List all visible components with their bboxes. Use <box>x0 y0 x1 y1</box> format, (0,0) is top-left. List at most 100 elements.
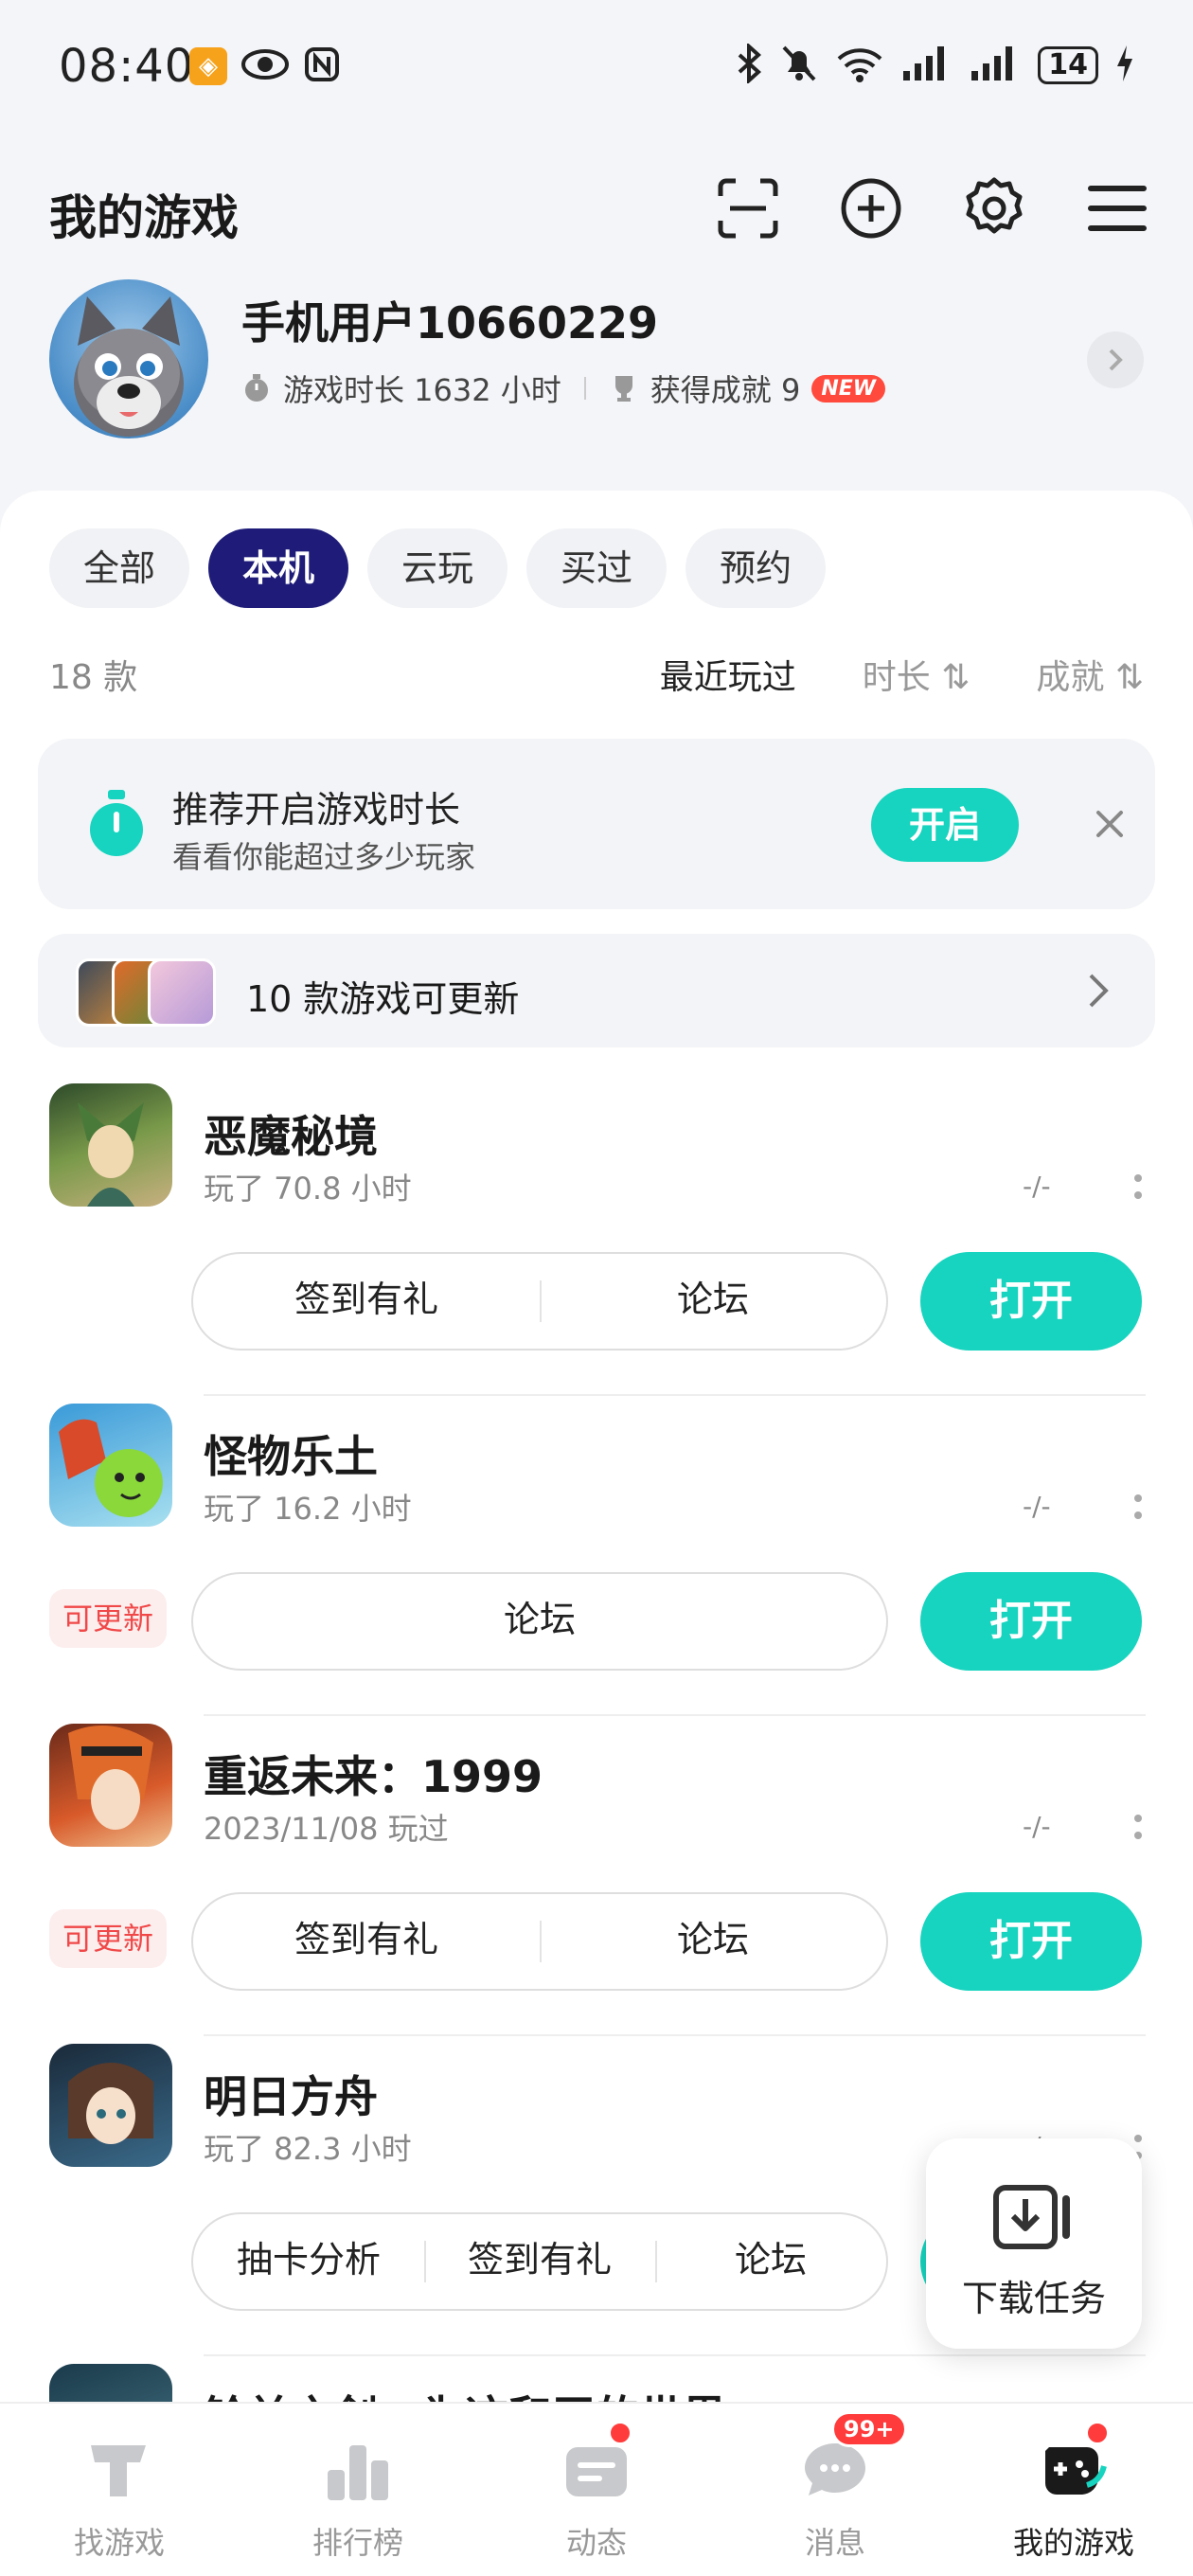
filter-reserved[interactable]: 预约 <box>686 528 827 608</box>
wifi-icon <box>835 44 884 87</box>
filter-chips: 全部 本机 云玩 买过 预约 <box>49 528 827 608</box>
game-name: 恶魔秘境 <box>204 1111 378 1162</box>
chevron-right-icon[interactable] <box>1087 331 1144 388</box>
mute-icon <box>780 44 818 87</box>
forum-button[interactable]: 论坛 <box>193 1572 886 1671</box>
game-playtime: 玩了 82.3 小时 <box>204 2131 412 2167</box>
nfc-icon <box>303 45 341 87</box>
stopwatch-icon <box>241 373 272 403</box>
enable-button[interactable]: 开启 <box>871 788 1019 862</box>
clock: 08:40 <box>59 40 195 93</box>
sort-duration[interactable]: 时长 ⇅ <box>863 650 970 699</box>
game-playtime: 玩了 70.8 小时 <box>204 1171 412 1207</box>
game-last-played: 2023/11/08 玩过 <box>204 1811 449 1847</box>
checkin-button[interactable]: 签到有礼 <box>193 1892 540 1991</box>
open-game-button[interactable]: 打开 <box>920 1892 1142 1991</box>
nav-rankings[interactable]: 排行榜 <box>239 2404 477 2576</box>
charging-icon <box>1115 44 1134 87</box>
filter-local[interactable]: 本机 <box>208 528 349 608</box>
update-thumbnails <box>76 958 218 1027</box>
update-banner-text: 10 款游戏可更新 <box>246 978 520 1020</box>
rankings-icon <box>320 2432 396 2508</box>
bottom-nav: 找游戏 排行榜 动态 99+ 消息 我的游戏 <box>0 2402 1193 2576</box>
close-icon[interactable] <box>1089 803 1131 845</box>
forum-button[interactable]: 论坛 <box>540 1892 886 1991</box>
menu-icon[interactable] <box>1079 170 1155 246</box>
game-item: 恶魔秘境 玩了 70.8 小时 -/- 签到有礼 论坛 打开 <box>0 1083 1193 1404</box>
add-icon[interactable] <box>833 170 909 246</box>
scan-icon[interactable] <box>710 170 786 246</box>
nav-label: 我的游戏 <box>1012 2525 1134 2561</box>
game-icon[interactable] <box>49 1724 172 1847</box>
game-item: 铃兰之剑：为这和平的世界 <box>0 2364 1193 2404</box>
unread-badge: 99+ <box>831 2411 907 2447</box>
filter-purchased[interactable]: 买过 <box>526 528 668 608</box>
open-game-button[interactable]: 打开 <box>920 1572 1142 1671</box>
game-rank: -/- <box>1023 1491 1051 1522</box>
status-bar: 08:40 ◈ 14 <box>0 0 1193 137</box>
top-header: 我的游戏 <box>0 170 1193 256</box>
game-action-group: 签到有礼 论坛 <box>191 1892 888 1991</box>
divider <box>204 1714 1146 1716</box>
battery-level: 14 <box>1038 46 1098 84</box>
download-icon <box>992 2184 1076 2250</box>
game-rank: -/- <box>1023 1171 1051 1202</box>
checkin-button[interactable]: 签到有礼 <box>424 2212 655 2311</box>
game-count: 18 款 <box>49 658 138 697</box>
game-action-group: 签到有礼 论坛 <box>191 1252 888 1351</box>
chevron-right-icon <box>1079 970 1117 1011</box>
divider <box>204 2354 1146 2356</box>
more-vertical-icon[interactable] <box>1129 1489 1148 1527</box>
stopwatch-icon <box>83 788 150 860</box>
game-icon[interactable] <box>49 1083 172 1207</box>
game-action-group: 抽卡分析 签到有礼 论坛 <box>191 2212 888 2311</box>
games-panel: 全部 本机 云玩 买过 预约 18 款 最近玩过 时长 ⇅ 成就 ⇅ 推荐开启游… <box>0 491 1193 2404</box>
nav-feed[interactable]: 动态 <box>477 2404 716 2576</box>
more-vertical-icon[interactable] <box>1129 1169 1148 1207</box>
nav-my-games[interactable]: 我的游戏 <box>954 2404 1193 2576</box>
playtime-stat: 游戏时长 1632 小时 <box>283 372 561 408</box>
filter-cloud[interactable]: 云玩 <box>367 528 508 608</box>
game-item: 怪物乐土 玩了 16.2 小时 -/- 可更新 论坛 打开 <box>0 1404 1193 1724</box>
notification-dot <box>608 2421 632 2445</box>
gacha-analysis-button[interactable]: 抽卡分析 <box>193 2212 424 2311</box>
more-vertical-icon[interactable] <box>1129 1809 1148 1847</box>
game-name: 重返未来：1999 <box>204 1751 543 1802</box>
sort-achievement[interactable]: 成就 ⇅ <box>1036 650 1144 699</box>
game-icon[interactable] <box>49 1404 172 1527</box>
game-action-group: 论坛 <box>191 1572 888 1671</box>
game-rank: -/- <box>1023 1811 1051 1842</box>
checkin-button[interactable]: 签到有礼 <box>193 1252 540 1351</box>
avatar[interactable] <box>49 279 208 438</box>
tip-subtitle: 看看你能超过多少玩家 <box>172 839 476 875</box>
nav-label: 找游戏 <box>73 2525 165 2561</box>
nav-messages[interactable]: 99+ 消息 <box>716 2404 954 2576</box>
new-badge: NEW <box>811 374 886 402</box>
forum-button[interactable]: 论坛 <box>540 1252 886 1351</box>
open-game-button[interactable]: 打开 <box>920 1252 1142 1351</box>
game-icon[interactable] <box>49 2364 172 2404</box>
stat-separator <box>583 377 586 400</box>
signal-icon-2 <box>970 45 1021 86</box>
sort-recent[interactable]: 最近玩过 <box>660 650 796 699</box>
filter-all[interactable]: 全部 <box>49 528 190 608</box>
trophy-icon <box>609 373 639 403</box>
download-tasks-card[interactable]: 下载任务 <box>926 2138 1142 2349</box>
bluetooth-icon <box>735 42 763 87</box>
nav-find-games[interactable]: 找游戏 <box>0 2404 239 2576</box>
nav-label: 消息 <box>804 2525 865 2561</box>
username: 手机用户10660229 <box>241 297 659 349</box>
eye-icon <box>240 47 290 85</box>
game-playtime: 玩了 16.2 小时 <box>204 1491 412 1527</box>
nav-label: 排行榜 <box>312 2525 403 2561</box>
forum-button[interactable]: 论坛 <box>655 2212 886 2311</box>
nav-label: 动态 <box>565 2525 627 2561</box>
update-banner[interactable]: 10 款游戏可更新 <box>38 934 1155 1047</box>
app-notification-icon: ◈ <box>189 47 227 85</box>
update-available-tag: 可更新 <box>49 1589 168 1648</box>
profile-section[interactable]: 手机用户10660229 游戏时长 1632 小时 获得成就 9 NEW <box>0 279 1193 450</box>
divider <box>204 1394 1146 1396</box>
settings-gear-icon[interactable] <box>956 170 1032 246</box>
game-item: 重返未来：1999 2023/11/08 玩过 -/- 可更新 签到有礼 论坛 … <box>0 1724 1193 2044</box>
game-icon[interactable] <box>49 2044 172 2167</box>
